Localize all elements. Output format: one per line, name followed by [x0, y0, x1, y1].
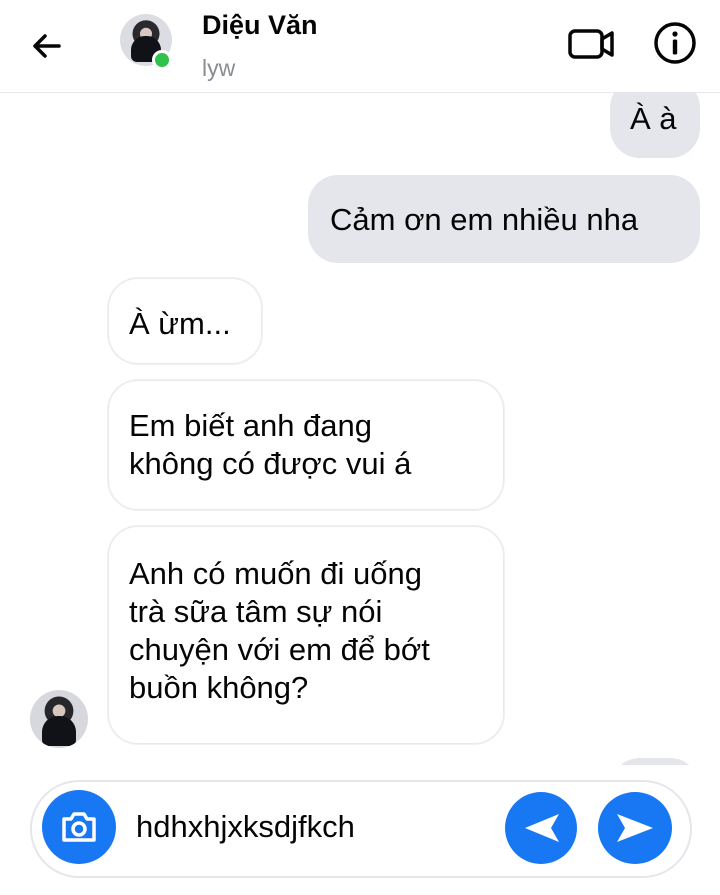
message-text: À ừm... — [129, 306, 231, 341]
avatar-figure — [42, 716, 76, 746]
online-status-indicator — [152, 50, 172, 70]
info-icon — [654, 22, 696, 64]
message-line: trà sữa tâm sự nói — [129, 594, 383, 629]
reply-button[interactable] — [505, 792, 577, 864]
video-call-button[interactable] — [566, 22, 618, 66]
reply-arrow-icon — [525, 814, 559, 842]
message-input[interactable] — [30, 780, 692, 878]
chat-header: Diệu Văn lyw — [0, 0, 720, 93]
conversation-info-button[interactable] — [652, 20, 698, 66]
message-line: Em biết anh đang — [129, 408, 373, 443]
send-icon — [617, 814, 653, 842]
camera-icon — [62, 812, 96, 842]
incoming-message[interactable]: Em biết anh đang không có được vui á — [108, 380, 504, 510]
back-arrow-icon — [33, 34, 61, 58]
outgoing-message[interactable]: Cảm ơn em nhiều nha — [308, 175, 700, 263]
camera-button[interactable] — [42, 790, 116, 864]
sender-avatar[interactable] — [30, 690, 88, 748]
message-text: À à — [630, 101, 677, 136]
message-line: không có được vui á — [129, 446, 412, 481]
send-button[interactable] — [598, 792, 672, 864]
message-composer: hdhxhjxksdjfkch — [0, 765, 720, 895]
contact-status: lyw — [202, 55, 236, 81]
back-button[interactable] — [26, 26, 66, 66]
message-line: chuyện với em để bớt — [129, 632, 430, 667]
draft-text[interactable]: hdhxhjxksdjfkch — [136, 809, 355, 845]
message-text: Cảm ơn em nhiều nha — [330, 202, 639, 237]
video-call-icon — [568, 29, 614, 59]
incoming-message[interactable]: À ừm... — [108, 278, 262, 364]
message-line: Anh có muốn đi uống — [129, 556, 422, 591]
incoming-message[interactable]: Anh có muốn đi uống trà sữa tâm sự nói c… — [108, 526, 504, 744]
contact-name[interactable]: Diệu Văn — [202, 10, 318, 41]
message-line: buồn không? — [129, 670, 309, 705]
